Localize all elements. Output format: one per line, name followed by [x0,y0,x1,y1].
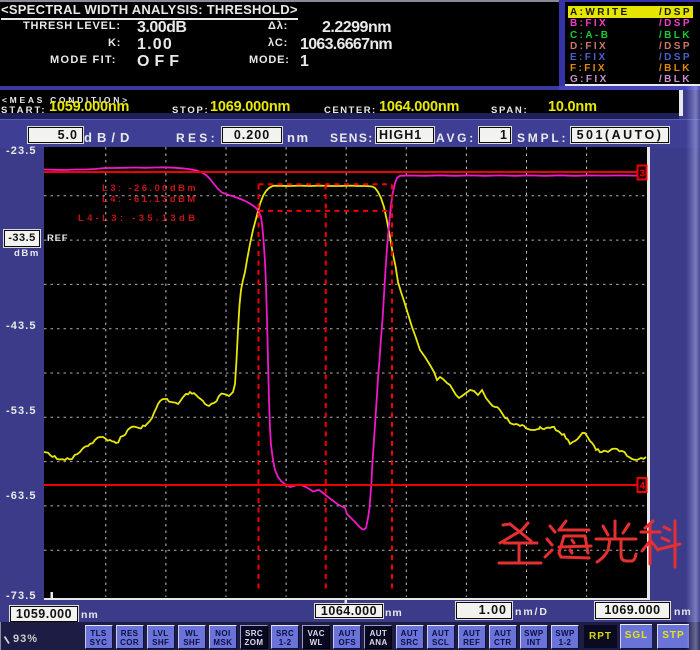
svg-text:4: 4 [640,481,646,492]
svg-text:3: 3 [640,169,646,180]
